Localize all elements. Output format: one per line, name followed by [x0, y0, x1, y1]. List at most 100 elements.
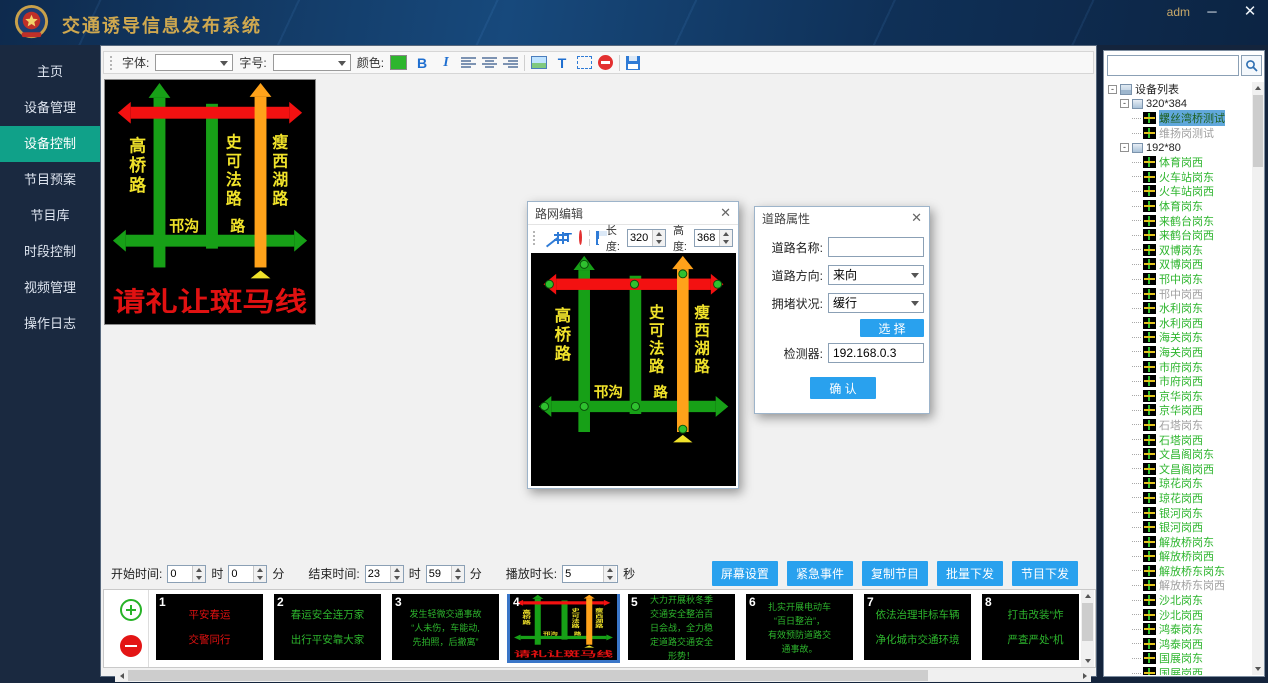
device-tree-item[interactable]: 解放桥东岗西 [1106, 578, 1251, 593]
device-tree-item[interactable]: 维扬岗测试 [1106, 126, 1251, 141]
detector-field[interactable] [828, 343, 924, 363]
device-tree-item[interactable]: 体育岗东 [1106, 199, 1251, 214]
device-tree-item[interactable]: 石塔岗西 [1106, 432, 1251, 447]
bold-button[interactable]: B [413, 55, 431, 71]
align-right-icon[interactable] [503, 56, 518, 69]
italic-button[interactable]: I [437, 55, 455, 71]
step-down-icon[interactable] [720, 238, 732, 246]
program-thumbnail[interactable]: 6扎实开展电动车“百日整治”，有效预防道路交通事故。 [746, 594, 853, 660]
strip-horizontal-scrollbar[interactable] [115, 669, 1091, 682]
device-tree-item[interactable]: 国展岗西 [1106, 666, 1251, 675]
text-tool-icon[interactable]: T [564, 230, 572, 245]
road-direction-select[interactable]: 来向 [828, 265, 924, 285]
step-down-icon[interactable] [452, 574, 464, 582]
font-size-select[interactable] [273, 54, 351, 71]
tree-root[interactable]: -设备列表 [1106, 82, 1251, 97]
step-down-icon[interactable] [193, 574, 205, 582]
device-tree-item[interactable]: 体育岗西 [1106, 155, 1251, 170]
device-tree-item[interactable]: 沙北岗东 [1106, 593, 1251, 608]
action-button[interactable]: 节目下发 [1012, 561, 1078, 586]
add-program-button[interactable] [120, 599, 142, 621]
device-tree-item[interactable]: 双博岗东 [1106, 243, 1251, 258]
search-button[interactable] [1241, 55, 1262, 76]
sidebar-item[interactable]: 主页 [0, 54, 100, 90]
device-tree-item[interactable]: 螺丝湾桥测试 [1106, 111, 1251, 126]
step-down-icon[interactable] [391, 574, 403, 582]
text-tool-icon[interactable]: T [553, 55, 571, 71]
end-hour-input[interactable] [366, 566, 390, 582]
dialog-title-bar[interactable]: 道路属性 ✕ [755, 207, 929, 229]
end-minute-input[interactable] [427, 566, 451, 582]
insert-image-icon[interactable] [531, 56, 547, 69]
scroll-up-icon[interactable] [1081, 590, 1094, 602]
device-tree-item[interactable]: 海关岗东 [1106, 330, 1251, 345]
device-tree-item[interactable]: 石塔岗东 [1106, 418, 1251, 433]
device-tree-item[interactable]: 京华岗西 [1106, 403, 1251, 418]
marquee-tool-icon[interactable] [577, 56, 592, 69]
device-tree-item[interactable]: 文昌阁岗西 [1106, 461, 1251, 476]
device-tree-item[interactable]: 鸿泰岗东 [1106, 622, 1251, 637]
action-button[interactable]: 屏幕设置 [712, 561, 778, 586]
collapse-icon[interactable]: - [1120, 143, 1129, 152]
road-network-edit-canvas[interactable]: 高桥路史可法路瘦西湖路邗沟路 [531, 253, 736, 486]
device-tree-item[interactable]: 来鹤台岗东 [1106, 213, 1251, 228]
step-up-icon[interactable] [452, 566, 464, 574]
step-up-icon[interactable] [391, 566, 403, 574]
device-tree-item[interactable]: 水利岗东 [1106, 301, 1251, 316]
remove-program-button[interactable] [120, 635, 142, 657]
tree-group[interactable]: -320*384 [1106, 97, 1251, 112]
road-name-field[interactable] [828, 237, 924, 257]
action-button[interactable]: 复制节目 [862, 561, 928, 586]
step-up-icon[interactable] [254, 566, 266, 574]
congestion-select[interactable]: 缓行 [828, 293, 924, 313]
collapse-icon[interactable]: - [1108, 85, 1117, 94]
display-preview-canvas[interactable]: 高桥路史可法路瘦西湖路邗沟路请礼让斑马线 [104, 79, 316, 325]
program-thumbnail[interactable]: 5大力开展秋冬季交通安全整治百日会战，全力稳定道路交通安全形势！ [628, 594, 735, 660]
scroll-left-icon[interactable] [115, 669, 128, 682]
delete-icon[interactable] [598, 55, 613, 70]
length-input[interactable] [628, 230, 652, 246]
device-tree-item[interactable]: 银河岗西 [1106, 520, 1251, 535]
device-tree-item[interactable]: 琼花岗东 [1106, 476, 1251, 491]
scroll-up-icon[interactable] [1252, 82, 1264, 94]
tree-group[interactable]: -192*80 [1106, 140, 1251, 155]
close-button[interactable]: ✕ [1240, 2, 1260, 22]
device-tree-item[interactable]: 琼花岗西 [1106, 491, 1251, 506]
select-detector-button[interactable]: 选 择 [860, 319, 924, 337]
program-thumbnail[interactable]: 4高桥路史可法路瘦西湖路邗沟路请礼让斑马线 [510, 594, 617, 660]
step-up-icon[interactable] [653, 230, 665, 238]
scroll-down-icon[interactable] [1252, 663, 1264, 675]
confirm-button[interactable]: 确 认 [810, 377, 876, 399]
device-tree-item[interactable]: 解放桥岗西 [1106, 549, 1251, 564]
dialog-title-bar[interactable]: 路网编辑 ✕ [528, 202, 738, 224]
align-center-icon[interactable] [482, 56, 497, 69]
program-thumbnail[interactable]: 3发生轻微交通事故“人未伤，车能动,先拍照，后撤离” [392, 594, 499, 660]
device-tree-item[interactable]: 水利岗西 [1106, 316, 1251, 331]
device-tree-item[interactable]: 解放桥东岗东 [1106, 564, 1251, 579]
start-minute-input[interactable] [229, 566, 253, 582]
device-tree-item[interactable]: 银河岗东 [1106, 505, 1251, 520]
step-down-icon[interactable] [604, 574, 616, 582]
sidebar-item[interactable]: 设备管理 [0, 90, 100, 126]
program-thumbnail[interactable]: 8打击改装“炸严查严处“机 [982, 594, 1079, 660]
device-search-input[interactable] [1107, 55, 1239, 76]
align-left-icon[interactable] [461, 56, 476, 69]
start-hour-input[interactable] [168, 566, 192, 582]
close-icon[interactable]: ✕ [911, 207, 922, 229]
step-up-icon[interactable] [604, 566, 616, 574]
device-tree-item[interactable]: 市府岗东 [1106, 359, 1251, 374]
step-up-icon[interactable] [193, 566, 205, 574]
tree-scrollbar[interactable] [1252, 82, 1264, 675]
scrollbar-thumb[interactable] [1082, 603, 1093, 641]
strip-vertical-scrollbar[interactable] [1081, 590, 1094, 667]
sidebar-item[interactable]: 操作日志 [0, 306, 100, 342]
height-input[interactable] [695, 230, 719, 246]
color-swatch[interactable] [390, 55, 407, 70]
device-tree-item[interactable]: 双博岗西 [1106, 257, 1251, 272]
save-icon[interactable] [626, 56, 640, 70]
delete-icon[interactable] [579, 230, 582, 245]
sidebar-item[interactable]: 视频管理 [0, 270, 100, 306]
program-thumbnail[interactable]: 7依法治理非标车辆净化城市交通环境 [864, 594, 971, 660]
step-down-icon[interactable] [254, 574, 266, 582]
save-icon[interactable] [596, 231, 599, 245]
